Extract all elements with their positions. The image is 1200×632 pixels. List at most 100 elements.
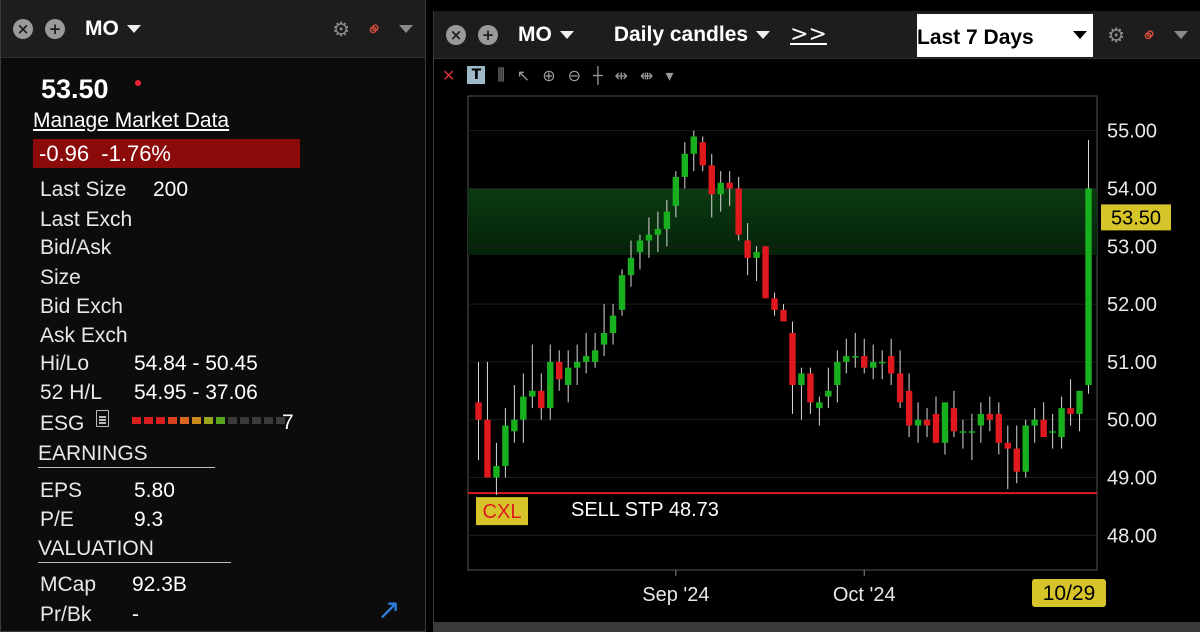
candle-body <box>744 240 751 258</box>
change-value: -0.96 <box>39 141 90 166</box>
candle-body <box>609 315 617 333</box>
cancel-order-button[interactable]: CXL <box>483 501 522 523</box>
y-tick-label: 48.00 <box>1107 525 1157 547</box>
change-percent: -1.76% <box>101 141 171 166</box>
candle-body <box>789 333 796 386</box>
expand-chevrons-icon[interactable]: >> <box>790 22 827 47</box>
symbol-selector[interactable]: MO <box>85 17 141 41</box>
last-size-value: 200 <box>153 178 189 201</box>
quote-panel-header: × + MO ⚙ ⚭ <box>1 0 425 58</box>
candle-body <box>1031 419 1038 426</box>
candle-body <box>878 361 886 364</box>
zoom-out-icon[interactable]: ⊖ <box>568 66 581 85</box>
candle-body <box>870 361 877 368</box>
candle-body <box>502 425 509 466</box>
status-dot-icon <box>135 80 141 86</box>
last-exch-label: Last Exch <box>40 208 133 231</box>
candle-body <box>798 373 805 386</box>
candle-body <box>986 413 994 420</box>
toolbar-menu-icon[interactable]: ▾ <box>665 66 673 85</box>
candle-body <box>663 211 671 229</box>
chart-symbol-label: MO <box>518 22 552 46</box>
candle-body <box>708 165 715 195</box>
esg-segment <box>228 417 237 424</box>
esg-label: ESG <box>40 412 85 435</box>
crosshair-icon[interactable]: ┼ <box>593 66 603 85</box>
candle-body <box>1076 390 1083 414</box>
text-tool-icon[interactable]: T <box>467 66 486 84</box>
link-icon[interactable]: ⚭ <box>360 14 389 43</box>
candle-body <box>816 402 823 409</box>
manage-market-data-link[interactable]: Manage Market Data <box>33 109 229 133</box>
bid-exch-label: Bid Exch <box>40 295 123 318</box>
price-change-badge: -0.96 -1.76% <box>33 139 300 168</box>
bar-style-icon[interactable]: ⫼ <box>497 65 504 85</box>
period-label: Daily candles <box>613 22 749 46</box>
hi-lo-value: 54.84 - 50.45 <box>134 352 258 375</box>
expand-horizontal-icon[interactable]: ⇹ <box>615 66 628 85</box>
candle-body <box>538 390 545 409</box>
panel-menu-icon[interactable] <box>399 24 413 33</box>
candle-body <box>582 356 590 362</box>
candle-body <box>591 350 599 362</box>
compress-horizontal-icon[interactable]: ⇼ <box>640 66 653 85</box>
navigator-scrollbar[interactable] <box>434 622 1200 632</box>
eps-value: 5.80 <box>134 479 175 502</box>
candle-body <box>1085 188 1092 386</box>
range-selector[interactable]: Last 7 Days <box>917 14 1093 57</box>
esg-segment <box>216 417 225 424</box>
candle-body <box>995 413 1003 443</box>
gear-icon[interactable]: ⚙ <box>1107 23 1125 47</box>
chevron-down-icon <box>1073 31 1087 39</box>
esg-segment <box>144 417 153 424</box>
candle-body <box>735 188 742 235</box>
close-icon[interactable]: × <box>13 18 33 39</box>
stop-order-label: SELL STP 48.73 <box>571 499 719 521</box>
eps-label: EPS <box>40 479 83 502</box>
last-price: 53.50 <box>41 74 109 104</box>
y-tick-label: 55.00 <box>1107 121 1157 143</box>
chart-panel-header: × + MO Daily candles >> Last 7 Days ⚙ ⚭ <box>434 11 1200 59</box>
candle-body <box>780 309 787 322</box>
period-selector[interactable]: Daily candles <box>613 22 771 47</box>
candle-body <box>843 356 850 362</box>
candle-body <box>654 228 662 235</box>
gear-icon[interactable]: ⚙ <box>332 17 350 41</box>
last-size-label: Last Size <box>40 178 127 201</box>
y-tick-label: 50.00 <box>1107 410 1157 432</box>
zoom-in-icon[interactable]: ⊕ <box>542 66 555 85</box>
close-icon[interactable]: × <box>446 24 466 45</box>
candle-body <box>941 402 949 443</box>
esg-segment <box>192 417 201 424</box>
52-week-label: 52 H/L <box>40 381 102 404</box>
y-tick-label: 54.00 <box>1107 178 1157 200</box>
price-band <box>468 188 1097 255</box>
last-price-tag: 53.50 <box>1111 207 1161 229</box>
candlestick-chart[interactable]: 55.00 54.00 53.00 52.00 51.00 50.00 49.00 48.00… <box>434 86 1200 622</box>
esg-segment <box>168 417 177 424</box>
add-icon[interactable]: + <box>478 24 498 45</box>
candle-body <box>627 257 635 276</box>
open-link-arrow-icon[interactable]: ↗ <box>377 593 400 626</box>
cursor-icon[interactable]: ↖ <box>517 66 530 85</box>
candle-body <box>923 419 931 426</box>
candle-body <box>511 419 518 432</box>
candle-body <box>861 356 868 368</box>
candle-body <box>547 361 554 409</box>
esg-segment <box>240 417 249 424</box>
quote-panel: × + MO ⚙ ⚭ 53.50 Manage Market Data -0.9… <box>0 0 426 632</box>
panel-menu-icon[interactable] <box>1174 30 1188 39</box>
candle-body <box>807 373 814 403</box>
link-icon[interactable]: ⚭ <box>1135 20 1164 49</box>
candle-body <box>717 182 724 195</box>
candle-body <box>573 361 581 368</box>
add-icon[interactable]: + <box>45 18 65 39</box>
chart-symbol-selector[interactable]: MO <box>518 23 574 47</box>
document-icon[interactable] <box>96 410 109 427</box>
candle-body <box>959 431 967 433</box>
x-tick-label: Sep '24 <box>642 584 709 606</box>
candle-body <box>493 465 500 478</box>
candle-body <box>968 431 976 433</box>
delete-drawings-icon[interactable]: ✕ <box>442 66 455 85</box>
candle-body <box>932 413 940 443</box>
